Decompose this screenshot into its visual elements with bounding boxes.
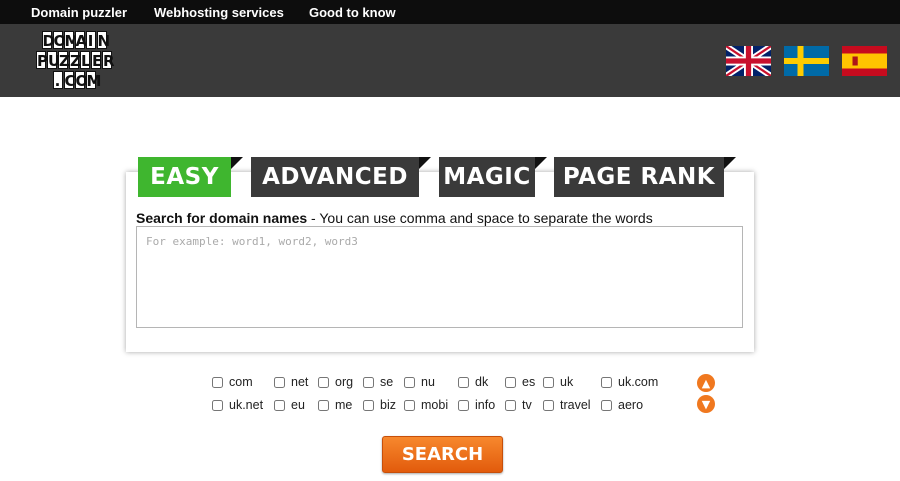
tld-option[interactable]: uk.net <box>212 397 263 413</box>
tld-option[interactable]: uk <box>543 374 573 390</box>
logo-letter: Z <box>58 51 70 70</box>
tld-checkbox[interactable] <box>505 376 516 388</box>
tld-label: net <box>291 375 309 389</box>
tld-label: se <box>380 375 394 389</box>
select-all-up-icon[interactable]: ▲ <box>697 374 715 392</box>
tld-label: uk.com <box>618 375 659 389</box>
logo-letter: U <box>47 51 61 70</box>
logo-letter: L <box>80 51 91 70</box>
tld-checkbox[interactable] <box>404 376 415 388</box>
tld-checkbox[interactable] <box>505 399 516 411</box>
tld-label: biz <box>380 398 396 412</box>
tld-option[interactable]: nu <box>404 374 435 390</box>
logo-letter: M <box>63 31 80 50</box>
tld-option[interactable]: org <box>318 374 353 390</box>
logo-letter: D <box>41 31 55 50</box>
tld-label: mobi <box>421 398 449 412</box>
logo-letter: C <box>63 71 76 90</box>
tld-label: travel <box>560 398 591 412</box>
flag-sweden-icon[interactable] <box>784 46 829 76</box>
flag-spain-icon[interactable] <box>842 46 887 76</box>
tld-option[interactable]: dk <box>458 374 488 390</box>
tld-label: com <box>229 375 253 389</box>
tld-option[interactable]: eu <box>274 397 305 413</box>
tld-label: uk.net <box>229 398 264 412</box>
logo-letter: Z <box>69 51 81 70</box>
tld-checkbox[interactable] <box>274 376 285 388</box>
tld-label: me <box>335 398 353 412</box>
tld-option[interactable]: aero <box>601 397 643 413</box>
flag-uk-icon[interactable] <box>726 46 771 76</box>
logo-line-2: PUZZLER <box>36 51 115 70</box>
tld-label: dk <box>475 375 489 389</box>
tld-label: aero <box>618 398 644 412</box>
nav-link-domain-puzzler[interactable]: Domain puzzler <box>31 5 127 20</box>
domain-words-input[interactable] <box>136 226 743 328</box>
tld-option[interactable]: uk.com <box>601 374 658 390</box>
tld-checkbox[interactable] <box>458 376 469 388</box>
tld-checkbox[interactable] <box>212 399 223 411</box>
tld-checkbox[interactable] <box>318 399 329 411</box>
tld-option[interactable]: net <box>274 374 308 390</box>
search-label-bold: Search for domain names <box>136 210 308 226</box>
tld-checkbox[interactable] <box>543 399 554 411</box>
site-logo[interactable]: DOMAIN PUZZLER .COM <box>24 31 124 91</box>
top-nav: Domain puzzler Webhosting services Good … <box>0 0 900 24</box>
site-header: DOMAIN PUZZLER .COM <box>0 24 900 97</box>
tld-label: eu <box>291 398 305 412</box>
tld-option[interactable]: tv <box>505 397 532 413</box>
tld-checkbox[interactable] <box>318 376 329 388</box>
tld-label: org <box>335 375 354 389</box>
logo-letter: R <box>102 51 115 70</box>
tld-checkbox[interactable] <box>363 399 374 411</box>
logo-letter: M <box>85 71 102 90</box>
logo-letter: I <box>85 31 96 50</box>
tab-easy[interactable]: EASY <box>138 157 243 197</box>
search-instructions: Search for domain names - You can use co… <box>136 210 653 226</box>
logo-letter: O <box>74 71 89 90</box>
tab-page-rank[interactable]: PAGE RANK <box>554 157 736 197</box>
logo-line-3: .COM <box>52 71 102 90</box>
logo-letter: E <box>91 51 103 70</box>
logo-letter: N <box>96 31 111 50</box>
tld-option[interactable]: se <box>363 374 393 390</box>
nav-link-webhosting-services[interactable]: Webhosting services <box>154 5 284 20</box>
tab-magic[interactable]: MAGIC <box>439 157 547 197</box>
tld-option[interactable]: me <box>318 397 352 413</box>
tld-option[interactable]: info <box>458 397 495 413</box>
select-none-down-icon[interactable]: ▼ <box>697 395 715 413</box>
logo-letter: . <box>52 71 63 90</box>
tld-option[interactable]: mobi <box>404 397 448 413</box>
logo-letter: O <box>52 31 67 50</box>
tld-checkbox[interactable] <box>601 399 612 411</box>
tld-checkbox[interactable] <box>212 376 223 388</box>
tab-advanced[interactable]: ADVANCED <box>251 157 431 197</box>
tld-checkbox[interactable] <box>458 399 469 411</box>
tld-checkbox[interactable] <box>404 399 415 411</box>
tld-option[interactable]: travel <box>543 397 591 413</box>
nav-link-good-to-know[interactable]: Good to know <box>309 5 396 20</box>
tld-option[interactable]: es <box>505 374 535 390</box>
tld-option[interactable]: com <box>212 374 253 390</box>
search-label-rest: - You can use comma and space to separat… <box>307 210 653 226</box>
tld-checkbox[interactable] <box>274 399 285 411</box>
tld-label: uk <box>560 375 574 389</box>
logo-letter: P <box>36 51 48 70</box>
tld-checkbox[interactable] <box>543 376 554 388</box>
logo-line-1: DOMAIN <box>41 31 111 50</box>
tld-label: tv <box>522 398 532 412</box>
tld-label: nu <box>421 375 435 389</box>
tld-option[interactable]: biz <box>363 397 396 413</box>
search-button[interactable]: SEARCH <box>382 436 503 473</box>
tld-label: es <box>522 375 536 389</box>
tld-label: info <box>475 398 496 412</box>
tld-checkbox[interactable] <box>601 376 612 388</box>
tld-checkbox[interactable] <box>363 376 374 388</box>
logo-letter: A <box>74 31 88 50</box>
